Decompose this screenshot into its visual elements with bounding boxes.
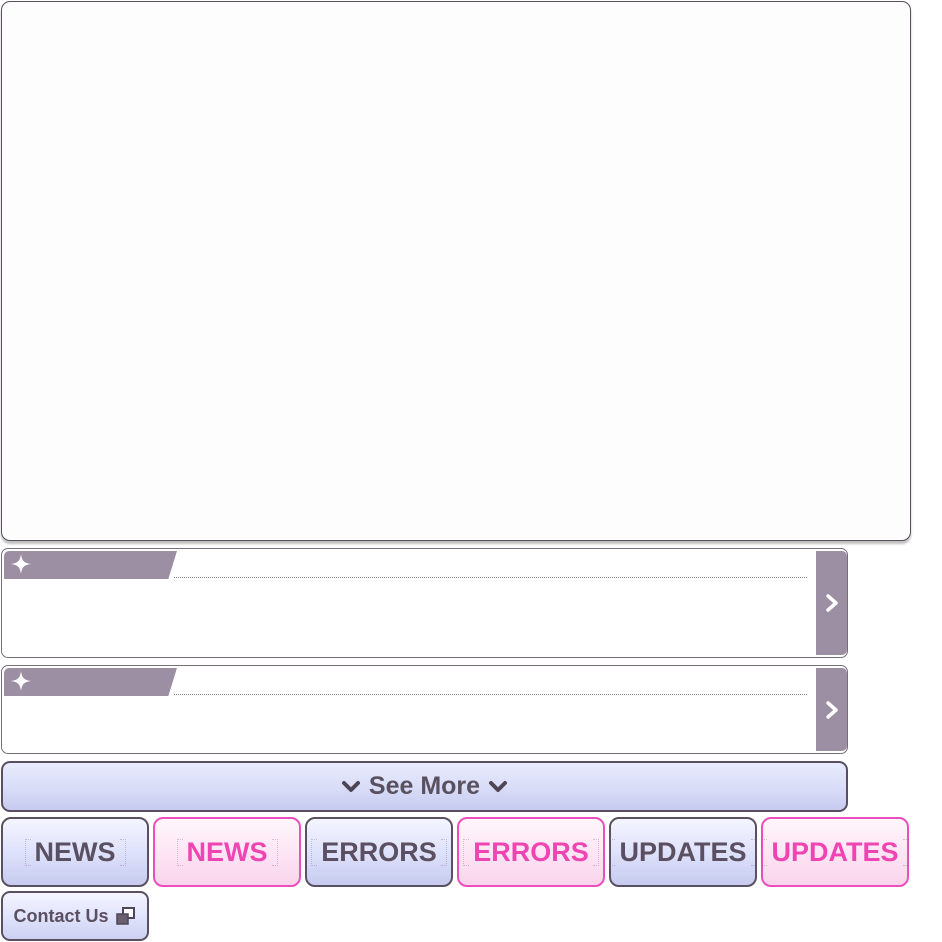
chevron-down-icon: [341, 780, 360, 792]
news-card[interactable]: [1, 548, 848, 658]
external-window-icon: [115, 907, 135, 925]
updates-button-label: UPDATES: [761, 837, 909, 868]
card-divider: [174, 577, 807, 578]
main-content-panel: [1, 1, 911, 541]
errors-button-active[interactable]: ERRORS: [457, 817, 605, 887]
sparkle-icon: [11, 554, 31, 574]
see-more-label: See More: [368, 772, 481, 800]
chevron-down-icon: [489, 780, 508, 792]
errors-button-label: ERRORS: [463, 837, 599, 868]
card-tab: [4, 668, 177, 696]
news-button-label: NEWS: [24, 837, 126, 868]
card-tab: [4, 551, 177, 579]
errors-button[interactable]: ERRORS: [305, 817, 453, 887]
sparkle-icon: [11, 671, 31, 691]
card-open-button[interactable]: [816, 668, 847, 751]
chevron-right-icon: [825, 700, 838, 719]
updates-button-active[interactable]: UPDATES: [761, 817, 909, 887]
card-open-button[interactable]: [816, 551, 847, 655]
chevron-right-icon: [825, 594, 838, 612]
card-divider: [174, 694, 807, 695]
contact-us-label: Contact Us: [13, 905, 109, 926]
news-button[interactable]: NEWS: [1, 817, 149, 887]
news-button-active[interactable]: NEWS: [153, 817, 301, 887]
news-card[interactable]: [1, 665, 848, 754]
contact-us-button[interactable]: Contact Us: [1, 891, 149, 941]
updates-button-label: UPDATES: [609, 837, 757, 868]
see-more-button[interactable]: See More: [1, 761, 848, 812]
news-button-label: NEWS: [176, 837, 278, 868]
errors-button-label: ERRORS: [311, 837, 447, 868]
updates-button[interactable]: UPDATES: [609, 817, 757, 887]
